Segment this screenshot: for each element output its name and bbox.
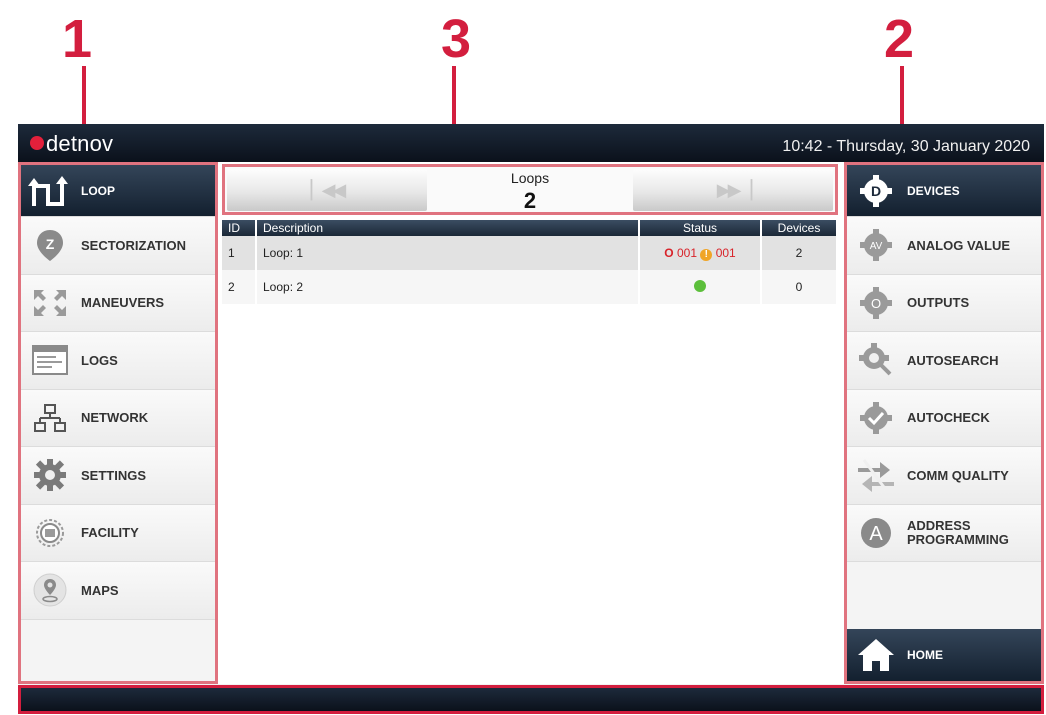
devices-gear-d-icon: D: [853, 171, 899, 211]
cell-devices: 0: [761, 270, 838, 304]
nav-label-comm-quality: COMM QUALITY: [907, 467, 1009, 483]
fault-warning-icon: !: [700, 248, 713, 261]
logs-window-icon: [27, 340, 73, 380]
address-programming-icon: A: [853, 513, 899, 553]
nav-item-comm-quality[interactable]: COMM QUALITY: [847, 447, 1041, 505]
nav-item-maneuvers[interactable]: MANEUVERS: [21, 274, 215, 332]
svg-text:AV: AV: [870, 241, 883, 252]
comm-quality-arrows-icon: [853, 455, 899, 495]
detnov-logo: detnov: [30, 133, 113, 155]
cell-description: Loop: 1: [256, 236, 640, 270]
home-icon: [853, 635, 899, 675]
nav-label-address-programming: ADDRESS PROGRAMMING: [907, 517, 1009, 547]
callout-number-2: 2: [884, 9, 915, 69]
map-pin-icon: [27, 570, 73, 610]
nav-label-maps: MAPS: [81, 582, 119, 598]
previous-button[interactable]: ▏◀◀: [227, 169, 427, 211]
nav-label-autosearch: AUTOSEARCH: [907, 352, 999, 368]
cell-status: [639, 270, 762, 304]
date-time: 10:42 - Thursday, 30 January 2020: [782, 138, 1030, 155]
outputs-gear-icon: O: [853, 283, 899, 323]
loops-table: ID Description Status Devices 1 Loop: 1 …: [222, 220, 838, 304]
nav-label-network: NETWORK: [81, 410, 149, 426]
svg-text:A: A: [869, 523, 883, 545]
autocheck-gear-icon: [853, 398, 899, 438]
table-row[interactable]: 2 Loop: 2 0: [222, 270, 838, 304]
nav-item-settings[interactable]: SETTINGS: [21, 447, 215, 505]
nav-item-devices[interactable]: D DEVICES: [847, 165, 1041, 217]
logo-text: detnov: [46, 131, 114, 156]
logo-dot-icon: [30, 136, 44, 150]
table-header-row: ID Description Status Devices: [222, 220, 838, 236]
network-icon: [27, 398, 73, 438]
right-navigation: D DEVICES AV ANALOG VALUE O OUTPUTS AUTO…: [844, 162, 1044, 684]
nav-label-settings: SETTINGS: [81, 467, 147, 483]
nav-label-autocheck: AUTOCHECK: [907, 410, 990, 426]
nav-label-sectorization: SECTORIZATION: [81, 237, 186, 253]
gear-icon: [27, 455, 73, 495]
next-button[interactable]: ▶▶▕: [633, 169, 833, 211]
maneuvers-arrows-icon: [27, 283, 73, 323]
callout-number-1: 1: [62, 9, 93, 69]
nav-label-analog-value: ANALOG VALUE: [907, 237, 1011, 253]
skip-first-icon: ▏◀◀: [310, 179, 346, 200]
nav-item-logs[interactable]: LOGS: [21, 332, 215, 390]
loop-pager: ▏◀◀ Loops 2 ▶▶▕: [222, 164, 838, 215]
main-content: ▏◀◀ Loops 2 ▶▶▕ ID Description Status De…: [218, 162, 844, 684]
loop-icon: [27, 171, 73, 211]
page: 1 3 2 detnov 10:42 - Thursday, 30 Januar…: [0, 0, 1046, 715]
column-header-devices: Devices: [761, 220, 838, 236]
nav-label-devices: DEVICES: [907, 183, 960, 198]
facility-icon: [27, 513, 73, 553]
nav-item-loop[interactable]: LOOP: [21, 165, 215, 217]
status-ok-icon: [694, 279, 706, 292]
alarm-count: 001: [676, 245, 697, 260]
top-bar: detnov 10:42 - Thursday, 30 January 2020: [18, 124, 1044, 162]
left-navigation: LOOP Z SECTORIZATION MANEUVERS LOGS NETW…: [18, 162, 218, 684]
cell-id: 2: [222, 270, 257, 304]
nav-item-maps[interactable]: MAPS: [21, 562, 215, 620]
nav-item-outputs[interactable]: O OUTPUTS: [847, 274, 1041, 332]
table-row[interactable]: 1 Loop: 1 O 001 ! 001 2: [222, 236, 838, 270]
nav-label-facility: FACILITY: [81, 525, 139, 541]
pager-title: Loops: [510, 170, 550, 186]
home-label: HOME: [907, 648, 943, 662]
alarm-ring-icon: O: [664, 245, 674, 260]
fault-count: 001: [715, 245, 736, 260]
svg-text:D: D: [871, 183, 881, 199]
svg-text:O: O: [871, 296, 881, 311]
analog-value-gear-icon: AV: [853, 225, 899, 265]
column-header-id: ID: [222, 220, 257, 236]
nav-item-autocheck[interactable]: AUTOCHECK: [847, 389, 1041, 447]
cell-devices: 2: [761, 236, 838, 270]
callout-number-3: 3: [441, 9, 472, 69]
skip-last-icon: ▶▶▕: [716, 179, 752, 200]
nav-item-network[interactable]: NETWORK: [21, 389, 215, 447]
bottom-status-bar: [18, 685, 1044, 714]
fault-status: ! 001: [700, 245, 736, 261]
alarm-status: O 001: [664, 246, 697, 260]
autosearch-gear-icon: [853, 340, 899, 380]
home-button[interactable]: HOME: [847, 629, 1041, 681]
cell-id: 1: [222, 236, 257, 270]
column-header-description: Description: [256, 220, 640, 236]
nav-item-autosearch[interactable]: AUTOSEARCH: [847, 332, 1041, 390]
cell-status: O 001 ! 001: [639, 236, 762, 270]
nav-label-outputs: OUTPUTS: [907, 295, 970, 311]
nav-item-analog-value[interactable]: AV ANALOG VALUE: [847, 217, 1041, 275]
nav-item-sectorization[interactable]: Z SECTORIZATION: [21, 217, 215, 275]
nav-label-logs: LOGS: [81, 352, 118, 368]
panel-screen: detnov 10:42 - Thursday, 30 January 2020…: [18, 124, 1044, 714]
pager-count: 2: [523, 188, 537, 213]
nav-label-loop: LOOP: [81, 183, 116, 198]
nav-item-facility[interactable]: FACILITY: [21, 504, 215, 562]
sectorization-z-icon: Z: [27, 225, 73, 265]
nav-item-address-programming[interactable]: A ADDRESS PROGRAMMING: [847, 504, 1041, 562]
cell-description: Loop: 2: [256, 270, 640, 304]
nav-label-maneuvers: MANEUVERS: [81, 295, 165, 311]
svg-text:Z: Z: [46, 236, 55, 252]
column-header-status: Status: [639, 220, 762, 236]
